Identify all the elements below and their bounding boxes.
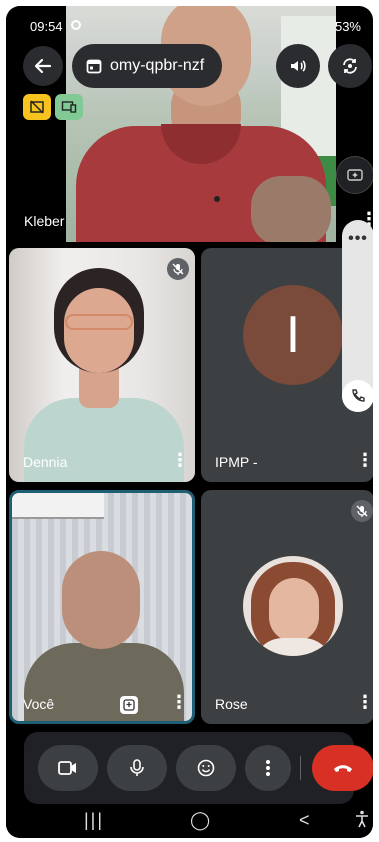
video-camera-icon: [58, 761, 76, 775]
call-handset-button[interactable]: [342, 380, 373, 412]
tile-more-options-icon[interactable]: ⋮: [356, 693, 373, 711]
mic-off-icon: [351, 500, 373, 522]
main-video-left-bg: [6, 6, 66, 242]
speaker-icon: [291, 60, 306, 72]
end-call-button[interactable]: [312, 745, 373, 791]
present-icon[interactable]: [120, 696, 138, 714]
calendar-icon: [86, 59, 102, 74]
avatar: [243, 556, 343, 656]
avatar: I: [243, 285, 343, 385]
recents-button[interactable]: |||: [84, 810, 104, 831]
nav-back-button[interactable]: <: [299, 810, 310, 831]
participant-tile-dennia[interactable]: Dennia ⋮: [9, 248, 195, 482]
switch-camera-icon: [343, 58, 357, 74]
no-video-tag: [23, 94, 51, 120]
floating-call-panel[interactable]: •••: [342, 220, 373, 412]
switch-camera-button[interactable]: [328, 44, 372, 88]
phone-screen: 09:54 53% omy-qpbr-nzf Kleber ⋮ ••• Denn…: [6, 6, 373, 838]
mic-off-icon: [167, 258, 189, 280]
call-controls: [24, 732, 373, 804]
more-options-button[interactable]: [245, 745, 291, 791]
meeting-info-pill[interactable]: omy-qpbr-nzf: [72, 44, 222, 88]
emoji-icon: [197, 759, 215, 777]
participant-name-main: Kleber: [24, 213, 65, 229]
phone-icon: [352, 389, 365, 402]
mic-toggle-button[interactable]: [107, 745, 167, 791]
participant-tile-self[interactable]: Você ⋮: [9, 490, 195, 724]
sparkle-camera-icon: [347, 169, 363, 181]
battery-level: 53%: [334, 19, 361, 34]
camera-toggle-button[interactable]: [38, 745, 98, 791]
tile-more-options-icon[interactable]: ⋮: [170, 693, 188, 711]
more-vertical-icon: [266, 760, 270, 776]
participant-name: Você: [23, 696, 55, 712]
meeting-code: omy-qpbr-nzf: [110, 57, 205, 74]
participant-name: IPMP -: [215, 454, 258, 470]
notification-dot-icon: [71, 20, 81, 30]
devices-icon: [61, 101, 77, 113]
participant-name: Dennia: [23, 454, 68, 470]
back-button[interactable]: [23, 46, 63, 86]
accessibility-icon[interactable]: [354, 810, 370, 833]
system-nav-bar: ||| ◯ <: [6, 806, 373, 838]
effects-button[interactable]: [336, 156, 373, 194]
tile-more-options-icon[interactable]: ⋮: [356, 451, 373, 469]
device-tag: [55, 94, 83, 120]
hang-up-icon: [334, 765, 352, 772]
participant-tile-rose[interactable]: Rose ⋮: [201, 490, 373, 724]
audio-output-button[interactable]: [276, 44, 320, 88]
tile-more-options-icon[interactable]: ⋮: [171, 451, 189, 469]
participant-name: Rose: [215, 696, 248, 712]
reactions-button[interactable]: [176, 745, 236, 791]
status-bar: 09:54 53%: [6, 6, 373, 36]
microphone-icon: [130, 759, 144, 776]
main-video-kleber[interactable]: [66, 6, 336, 242]
status-time: 09:54: [30, 19, 63, 34]
arrow-left-icon: [34, 58, 52, 74]
video-off-grid-icon: [30, 100, 44, 114]
panel-dots-icon[interactable]: •••: [342, 230, 373, 248]
home-button[interactable]: ◯: [190, 810, 210, 831]
controls-divider: [300, 756, 301, 780]
